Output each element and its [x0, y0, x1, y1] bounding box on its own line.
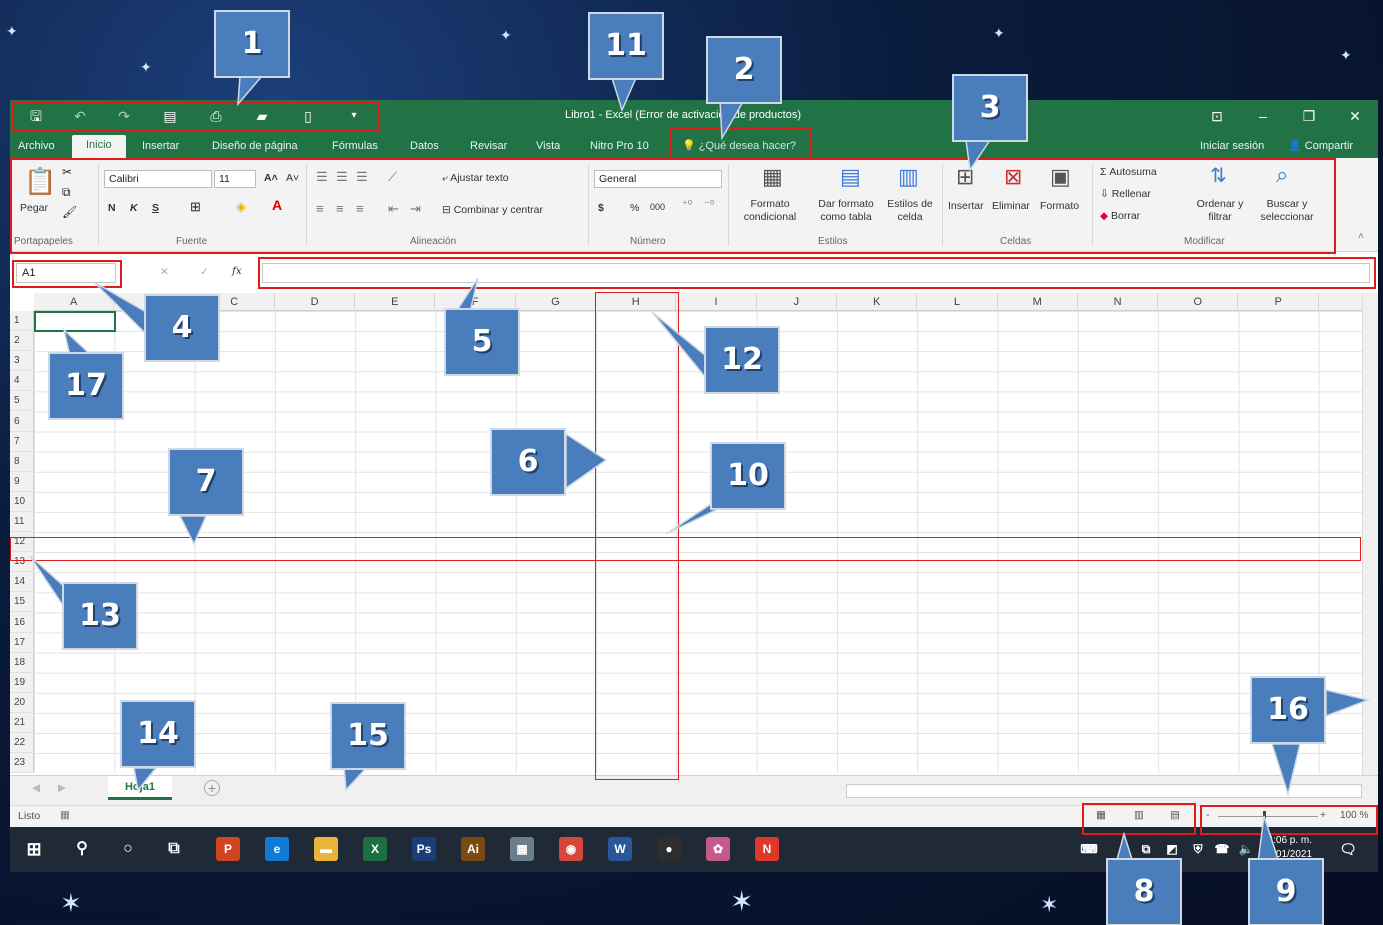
- callout-10: 10: [710, 442, 786, 510]
- callout-7: 7: [168, 448, 244, 516]
- callout-11: 11: [588, 12, 664, 80]
- callout-6: 6: [490, 428, 566, 496]
- callout-17: 17: [48, 352, 124, 420]
- callout-1: 1: [214, 10, 290, 78]
- callout-12: 12: [704, 326, 780, 394]
- callout-14: 14: [120, 700, 196, 768]
- callout-3: 3: [952, 74, 1028, 142]
- callout-13: 13: [62, 582, 138, 650]
- callout-9: 9: [1248, 858, 1324, 925]
- callout-4: 4: [144, 294, 220, 362]
- callout-15: 15: [330, 702, 406, 770]
- callout-16: 16: [1250, 676, 1326, 744]
- callout-5: 5: [444, 308, 520, 376]
- callout-2: 2: [706, 36, 782, 104]
- callout-8: 8: [1106, 858, 1182, 925]
